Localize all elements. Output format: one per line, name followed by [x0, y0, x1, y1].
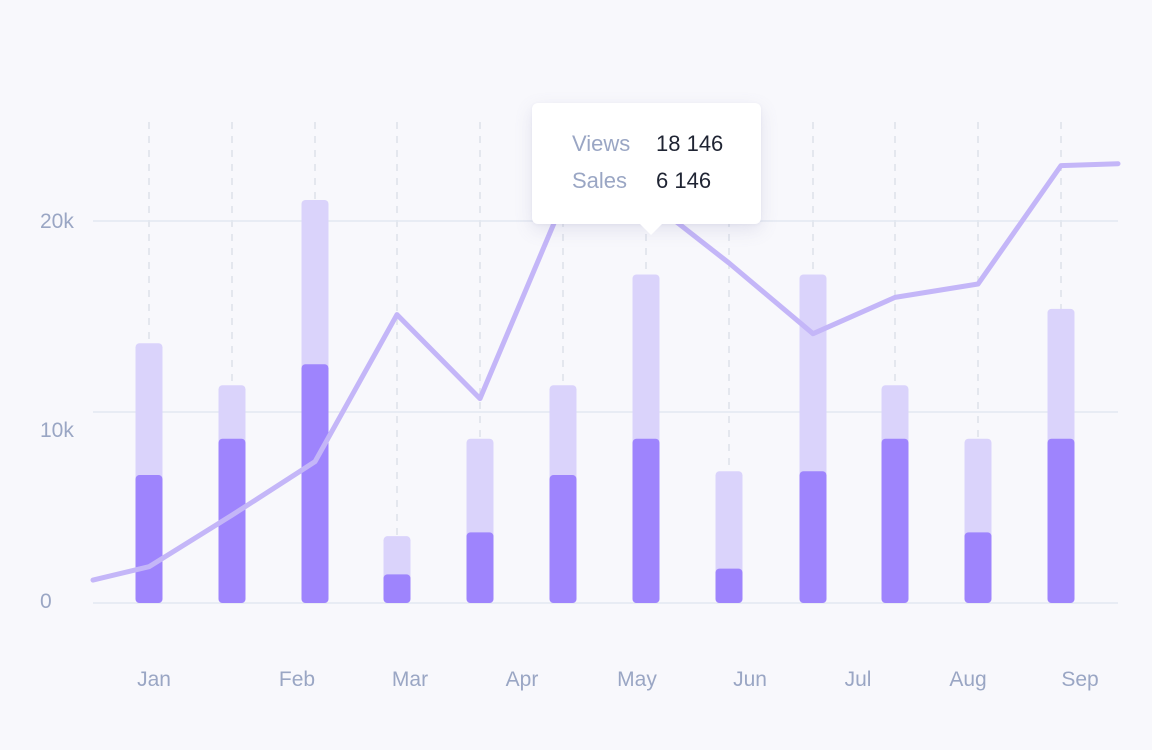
x-tick-label: Mar — [392, 668, 428, 691]
bar-dark — [1047, 438, 1075, 603]
bar-dark — [881, 438, 909, 603]
bar-dark — [466, 532, 494, 603]
bar-dark — [715, 568, 743, 603]
x-tick-label: Aug — [949, 668, 986, 691]
x-tick-label: Apr — [506, 668, 539, 691]
tooltip-views-label: Views — [572, 131, 631, 156]
y-tick-label: 0 — [40, 590, 52, 613]
x-tick-label: May — [617, 668, 657, 691]
bar-dark — [549, 475, 577, 603]
bar-dark — [799, 471, 827, 603]
tooltip-sales-row: Sales 6 146 — [572, 168, 711, 194]
views-line-path — [90, 161, 1121, 583]
bar-dark — [632, 438, 660, 603]
tooltip: Views 18 146 Sales 6 146 — [532, 103, 761, 235]
bar-dark — [135, 475, 163, 603]
x-axis-labels: Jan Feb Mar Apr May Jun Jul Aug Sep — [137, 668, 1099, 691]
y-tick-label: 10k — [40, 419, 74, 442]
tooltip-views-value: 18 146 — [656, 131, 724, 156]
x-tick-label: Jul — [845, 668, 872, 691]
y-axis-labels: 0 10k 20k — [40, 210, 74, 613]
bar-dark — [301, 364, 329, 603]
x-tick-label: Feb — [279, 668, 315, 691]
bar-dark — [964, 532, 992, 603]
x-tick-label: Jan — [137, 668, 171, 691]
bar-dark — [383, 574, 411, 603]
x-tick-label: Sep — [1061, 668, 1098, 691]
bars — [135, 199, 1075, 604]
y-tick-label: 20k — [40, 210, 74, 233]
x-tick-label: Jun — [733, 668, 767, 691]
views-line — [90, 161, 1121, 583]
tooltip-sales-value: 6 146 — [656, 168, 712, 193]
tooltip-sales-label: Sales — [572, 168, 628, 193]
tooltip-views-row: Views 18 146 — [572, 131, 723, 157]
